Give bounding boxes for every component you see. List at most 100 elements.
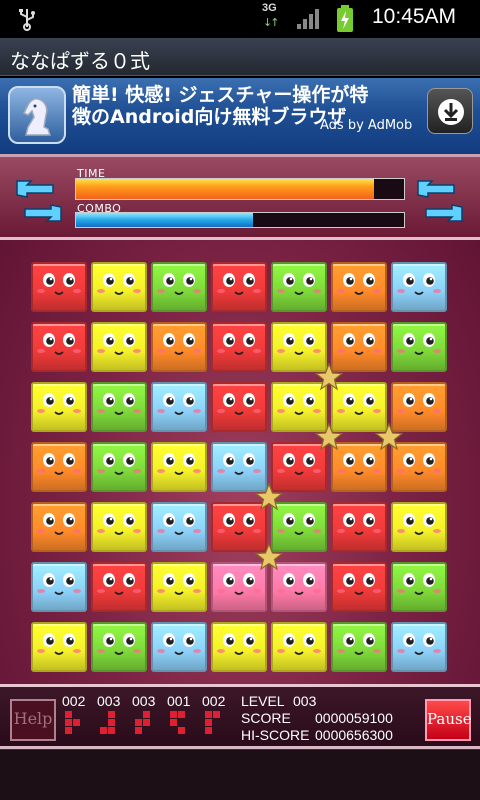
help-button[interactable]: Help bbox=[10, 699, 56, 741]
tile-green[interactable] bbox=[391, 562, 447, 612]
face-icon bbox=[37, 633, 81, 655]
tile-yellow[interactable] bbox=[91, 322, 147, 372]
face-icon bbox=[397, 333, 441, 355]
tile-yellow[interactable] bbox=[31, 622, 87, 672]
piece-count: 001 bbox=[167, 693, 201, 734]
face-icon bbox=[217, 633, 261, 655]
tile-red[interactable] bbox=[211, 262, 267, 312]
level-row: LEVEL 003 bbox=[241, 693, 411, 710]
tile-red[interactable] bbox=[91, 562, 147, 612]
tile-red[interactable] bbox=[31, 322, 87, 372]
tile-red[interactable] bbox=[31, 262, 87, 312]
tile-blue[interactable] bbox=[391, 622, 447, 672]
game-area: TIME COMBO Help 002 003 003 001 002 LEVEL bbox=[0, 154, 480, 800]
hiscore-row: HI-SCORE 0000656300 bbox=[241, 727, 411, 744]
tile-red[interactable] bbox=[331, 502, 387, 552]
score-panel: LEVEL 003 SCORE 0000059100 HI-SCORE 0000… bbox=[241, 693, 411, 744]
ad-banner[interactable]: 簡単! 快感! ジェスチャー操作が特徴のAndroid向け無料ブラウザ Ads … bbox=[0, 78, 480, 154]
tile-yellow[interactable] bbox=[211, 622, 267, 672]
face-icon bbox=[37, 573, 81, 595]
tile-green[interactable] bbox=[91, 622, 147, 672]
tile-red[interactable] bbox=[331, 562, 387, 612]
face-icon bbox=[97, 393, 141, 415]
tile-green[interactable] bbox=[91, 442, 147, 492]
download-icon[interactable] bbox=[427, 88, 473, 134]
piece-count: 003 bbox=[97, 693, 131, 734]
tile-red[interactable] bbox=[211, 382, 267, 432]
face-icon bbox=[217, 393, 261, 415]
face-icon bbox=[157, 633, 201, 655]
face-icon bbox=[37, 393, 81, 415]
tile-green[interactable] bbox=[91, 382, 147, 432]
tetromino-icon bbox=[205, 711, 220, 734]
tile-orange[interactable] bbox=[31, 502, 87, 552]
tile-yellow[interactable] bbox=[151, 562, 207, 612]
tile-blue[interactable] bbox=[31, 562, 87, 612]
face-icon bbox=[397, 513, 441, 535]
swap-arrows-icon[interactable] bbox=[414, 175, 466, 227]
usb-icon bbox=[19, 9, 35, 31]
tile-blue[interactable] bbox=[151, 382, 207, 432]
tile-orange[interactable] bbox=[151, 322, 207, 372]
tetromino-icon bbox=[100, 711, 115, 734]
score-row: SCORE 0000059100 bbox=[241, 710, 411, 727]
star-icon bbox=[375, 423, 403, 451]
battery-charging-icon bbox=[337, 5, 353, 32]
clock: 10:45AM bbox=[372, 5, 457, 28]
piece-count-value: 003 bbox=[132, 693, 156, 709]
tile-yellow[interactable] bbox=[91, 262, 147, 312]
chess-knight-icon bbox=[8, 86, 66, 144]
title-bar: ななぱずる０式 bbox=[0, 38, 480, 76]
star-icon bbox=[315, 423, 343, 451]
tile-orange[interactable] bbox=[31, 442, 87, 492]
face-icon bbox=[97, 513, 141, 535]
face-icon bbox=[397, 273, 441, 295]
tile-green[interactable] bbox=[271, 262, 327, 312]
hiscore-label: HI-SCORE bbox=[241, 727, 310, 743]
face-icon bbox=[337, 573, 381, 595]
piece-count: 003 bbox=[132, 693, 166, 734]
tile-red[interactable] bbox=[211, 322, 267, 372]
face-icon bbox=[157, 513, 201, 535]
tile-yellow[interactable] bbox=[91, 502, 147, 552]
face-icon bbox=[397, 573, 441, 595]
score-value: 0000059100 bbox=[315, 710, 393, 726]
face-icon bbox=[37, 333, 81, 355]
swap-arrows-icon[interactable] bbox=[13, 175, 65, 227]
face-icon bbox=[97, 633, 141, 655]
face-icon bbox=[157, 453, 201, 475]
tile-green[interactable] bbox=[151, 262, 207, 312]
face-icon bbox=[337, 513, 381, 535]
face-icon bbox=[277, 273, 321, 295]
face-icon bbox=[97, 453, 141, 475]
face-icon bbox=[37, 273, 81, 295]
piece-count-value: 002 bbox=[62, 693, 86, 709]
network-type: 3G bbox=[262, 2, 277, 14]
level-value: 003 bbox=[293, 693, 317, 709]
tile-yellow[interactable] bbox=[271, 622, 327, 672]
combo-bar bbox=[75, 212, 405, 228]
piece-count-value: 002 bbox=[202, 693, 226, 709]
hiscore-value: 0000656300 bbox=[315, 727, 393, 743]
tile-yellow[interactable] bbox=[391, 502, 447, 552]
tile-orange[interactable] bbox=[331, 262, 387, 312]
face-icon bbox=[277, 633, 321, 655]
face-icon bbox=[337, 633, 381, 655]
tile-blue[interactable] bbox=[151, 502, 207, 552]
data-activity-icon: ↓↑ bbox=[263, 16, 280, 29]
signal-icon bbox=[297, 9, 319, 29]
tile-yellow[interactable] bbox=[31, 382, 87, 432]
piece-count: 002 bbox=[62, 693, 96, 734]
status-bar: 3G ↓↑ 10:45AM bbox=[0, 0, 480, 38]
tile-yellow[interactable] bbox=[151, 442, 207, 492]
pause-button[interactable]: Pause bbox=[425, 699, 472, 741]
tetromino-icon bbox=[135, 711, 150, 734]
tile-green[interactable] bbox=[391, 322, 447, 372]
tile-blue[interactable] bbox=[151, 622, 207, 672]
tile-green[interactable] bbox=[331, 622, 387, 672]
tile-blue[interactable] bbox=[391, 262, 447, 312]
face-icon bbox=[157, 273, 201, 295]
ad-attribution: Ads by AdMob bbox=[320, 118, 413, 133]
face-icon bbox=[397, 633, 441, 655]
face-icon bbox=[97, 273, 141, 295]
